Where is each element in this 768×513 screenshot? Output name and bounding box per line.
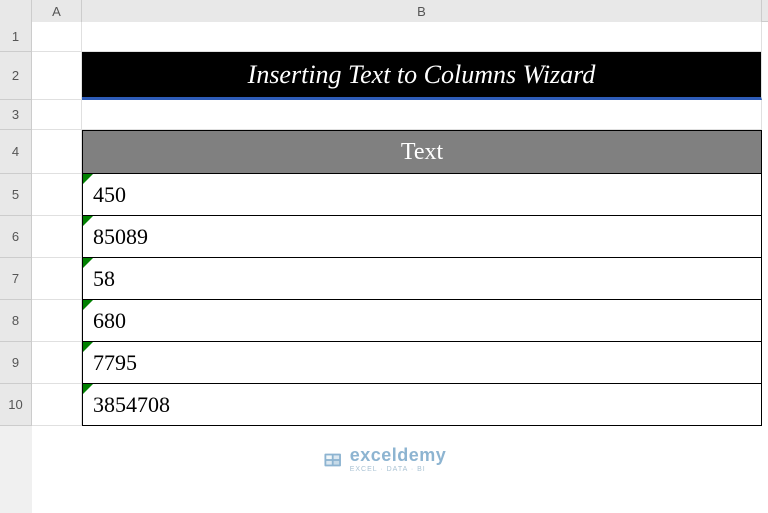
- watermark-brand: exceldemy: [350, 446, 447, 464]
- row-header-6[interactable]: 6: [0, 216, 32, 258]
- row-header-7[interactable]: 7: [0, 258, 32, 300]
- watermark-sub: EXCEL · DATA · BI: [350, 466, 447, 473]
- cell-A2[interactable]: [32, 52, 82, 100]
- cell-value: 58: [93, 266, 115, 292]
- exceldemy-logo-icon: [322, 449, 344, 471]
- col-header-B[interactable]: B: [82, 0, 762, 22]
- cell-A10[interactable]: [32, 384, 82, 426]
- cell-value: 85089: [93, 224, 148, 250]
- cell-A1[interactable]: [32, 22, 82, 52]
- cell-A5[interactable]: [32, 174, 82, 216]
- cell-value: 680: [93, 308, 126, 334]
- row-header-3[interactable]: 3: [0, 100, 32, 130]
- cell-A6[interactable]: [32, 216, 82, 258]
- row-header-2[interactable]: 2: [0, 52, 32, 100]
- cell-A7[interactable]: [32, 258, 82, 300]
- error-indicator-icon: [83, 216, 93, 226]
- spreadsheet: A B 1 2 3 4 5 6 7 8 9 10 Inserting Text …: [0, 0, 768, 513]
- data-cell[interactable]: 7795: [82, 342, 762, 384]
- cell-value: 7795: [93, 350, 137, 376]
- col-header-A[interactable]: A: [32, 0, 82, 22]
- cell-B3[interactable]: [82, 100, 762, 130]
- row-header-9[interactable]: 9: [0, 342, 32, 384]
- row-header-5[interactable]: 5: [0, 174, 32, 216]
- data-cell[interactable]: 58: [82, 258, 762, 300]
- data-cell[interactable]: 680: [82, 300, 762, 342]
- table-header[interactable]: Text: [82, 130, 762, 174]
- error-indicator-icon: [83, 384, 93, 394]
- data-cell[interactable]: 3854708: [82, 384, 762, 426]
- row-header-8[interactable]: 8: [0, 300, 32, 342]
- cell-B1[interactable]: [82, 22, 762, 52]
- data-cell[interactable]: 85089: [82, 216, 762, 258]
- column-headers: A B: [0, 0, 768, 22]
- cell-value: 3854708: [93, 392, 170, 418]
- cell-A8[interactable]: [32, 300, 82, 342]
- title-cell[interactable]: Inserting Text to Columns Wizard: [82, 52, 762, 100]
- row-header-10[interactable]: 10: [0, 384, 32, 426]
- cell-A9[interactable]: [32, 342, 82, 384]
- error-indicator-icon: [83, 258, 93, 268]
- error-indicator-icon: [83, 342, 93, 352]
- row-header-4[interactable]: 4: [0, 130, 32, 174]
- watermark: exceldemy EXCEL · DATA · BI: [322, 446, 447, 473]
- grid-area: Inserting Text to Columns Wizard Text 45…: [32, 22, 768, 513]
- cell-A4[interactable]: [32, 130, 82, 174]
- watermark-text: exceldemy EXCEL · DATA · BI: [350, 446, 447, 473]
- error-indicator-icon: [83, 174, 93, 184]
- select-all-corner[interactable]: [0, 0, 32, 22]
- data-cell[interactable]: 450: [82, 174, 762, 216]
- row-headers: 1 2 3 4 5 6 7 8 9 10: [0, 22, 32, 426]
- cell-value: 450: [93, 182, 126, 208]
- error-indicator-icon: [83, 300, 93, 310]
- row-header-1[interactable]: 1: [0, 22, 32, 52]
- cell-A3[interactable]: [32, 100, 82, 130]
